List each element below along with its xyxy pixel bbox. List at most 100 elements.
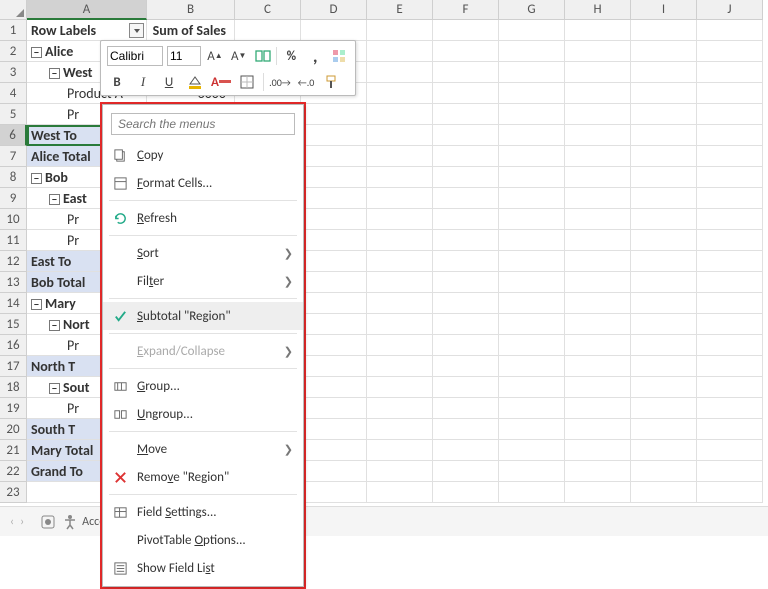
cell[interactable] <box>433 419 499 440</box>
cell[interactable] <box>631 377 697 398</box>
italic-icon[interactable]: I <box>133 72 153 92</box>
col-header-A[interactable]: A <box>27 0 147 20</box>
cell[interactable] <box>631 146 697 167</box>
cell[interactable] <box>631 83 697 104</box>
col-header-F[interactable]: F <box>433 0 499 20</box>
cell[interactable] <box>367 62 433 83</box>
underline-icon[interactable]: U <box>159 72 179 92</box>
cell[interactable] <box>433 293 499 314</box>
cell[interactable] <box>697 125 763 146</box>
cell[interactable] <box>631 398 697 419</box>
cell[interactable] <box>697 251 763 272</box>
cell[interactable] <box>565 251 631 272</box>
row-header[interactable]: 16 <box>0 335 27 356</box>
cell[interactable] <box>367 104 433 125</box>
cell[interactable] <box>697 356 763 377</box>
cell[interactable] <box>499 125 565 146</box>
cell[interactable] <box>499 314 565 335</box>
cell[interactable] <box>433 104 499 125</box>
cell[interactable] <box>367 146 433 167</box>
cell[interactable] <box>301 461 367 482</box>
row-header[interactable]: 23 <box>0 482 27 503</box>
cell[interactable] <box>433 146 499 167</box>
row-header[interactable]: 7 <box>0 146 27 167</box>
cell[interactable] <box>367 293 433 314</box>
menu-search[interactable] <box>111 113 295 135</box>
cell[interactable] <box>631 482 697 503</box>
row-header[interactable]: 8 <box>0 167 27 188</box>
font-combo[interactable] <box>107 46 163 66</box>
cell[interactable] <box>631 251 697 272</box>
row-header[interactable]: 9 <box>0 188 27 209</box>
cell[interactable] <box>565 20 631 41</box>
fill-color-icon[interactable] <box>185 72 205 92</box>
cell[interactable] <box>301 272 367 293</box>
row-header[interactable]: 19 <box>0 398 27 419</box>
cell[interactable] <box>367 20 433 41</box>
cell[interactable] <box>697 62 763 83</box>
cell[interactable] <box>565 398 631 419</box>
cell[interactable] <box>367 440 433 461</box>
col-header-J[interactable]: J <box>697 0 763 20</box>
cell[interactable] <box>697 461 763 482</box>
cell[interactable] <box>433 167 499 188</box>
cell[interactable] <box>499 293 565 314</box>
cell[interactable] <box>631 125 697 146</box>
cell[interactable] <box>565 461 631 482</box>
cell[interactable] <box>697 377 763 398</box>
cell[interactable] <box>499 356 565 377</box>
bold-icon[interactable]: B <box>107 72 127 92</box>
cell[interactable] <box>367 188 433 209</box>
cell[interactable] <box>565 104 631 125</box>
col-header-E[interactable]: E <box>367 0 433 20</box>
cell[interactable] <box>367 83 433 104</box>
cell[interactable] <box>565 62 631 83</box>
cell[interactable] <box>499 482 565 503</box>
increase-decimal-icon[interactable]: .00→ <box>270 72 290 92</box>
cell[interactable] <box>367 272 433 293</box>
cell[interactable] <box>565 293 631 314</box>
cell[interactable] <box>367 398 433 419</box>
cell[interactable] <box>367 335 433 356</box>
record-macro-icon[interactable] <box>40 514 56 530</box>
col-header-B[interactable]: B <box>147 0 235 20</box>
cell[interactable] <box>565 230 631 251</box>
cell[interactable] <box>301 146 367 167</box>
cell[interactable] <box>631 104 697 125</box>
cell[interactable] <box>499 41 565 62</box>
cell[interactable] <box>367 482 433 503</box>
cell[interactable] <box>301 398 367 419</box>
cell[interactable] <box>301 419 367 440</box>
cell[interactable] <box>499 230 565 251</box>
cell[interactable] <box>697 314 763 335</box>
decrease-decimal-icon[interactable]: ←.0 <box>296 72 316 92</box>
cell[interactable] <box>565 188 631 209</box>
cell[interactable] <box>367 209 433 230</box>
accessibility-icon[interactable] <box>62 514 78 530</box>
cell[interactable] <box>433 251 499 272</box>
cell[interactable] <box>499 20 565 41</box>
row-header[interactable]: 15 <box>0 314 27 335</box>
cell[interactable] <box>433 461 499 482</box>
cell[interactable] <box>565 209 631 230</box>
menu-search-input[interactable] <box>111 113 295 135</box>
cell[interactable] <box>697 482 763 503</box>
row-header[interactable]: 21 <box>0 440 27 461</box>
menu-item-group[interactable]: Group... <box>103 372 303 400</box>
cell[interactable] <box>301 188 367 209</box>
row-header[interactable]: 14 <box>0 293 27 314</box>
menu-item-show-field-list[interactable]: Show Field List <box>103 554 303 582</box>
cell[interactable] <box>301 209 367 230</box>
cell[interactable] <box>697 188 763 209</box>
collapse-icon[interactable]: − <box>49 383 60 394</box>
cell[interactable] <box>367 314 433 335</box>
cell[interactable] <box>433 188 499 209</box>
cell[interactable] <box>499 440 565 461</box>
cell[interactable] <box>433 209 499 230</box>
cell[interactable] <box>631 335 697 356</box>
menu-item-ungroup[interactable]: Ungroup... <box>103 400 303 428</box>
cell[interactable] <box>697 419 763 440</box>
row-header[interactable]: 13 <box>0 272 27 293</box>
cell[interactable] <box>433 83 499 104</box>
cell[interactable] <box>697 335 763 356</box>
